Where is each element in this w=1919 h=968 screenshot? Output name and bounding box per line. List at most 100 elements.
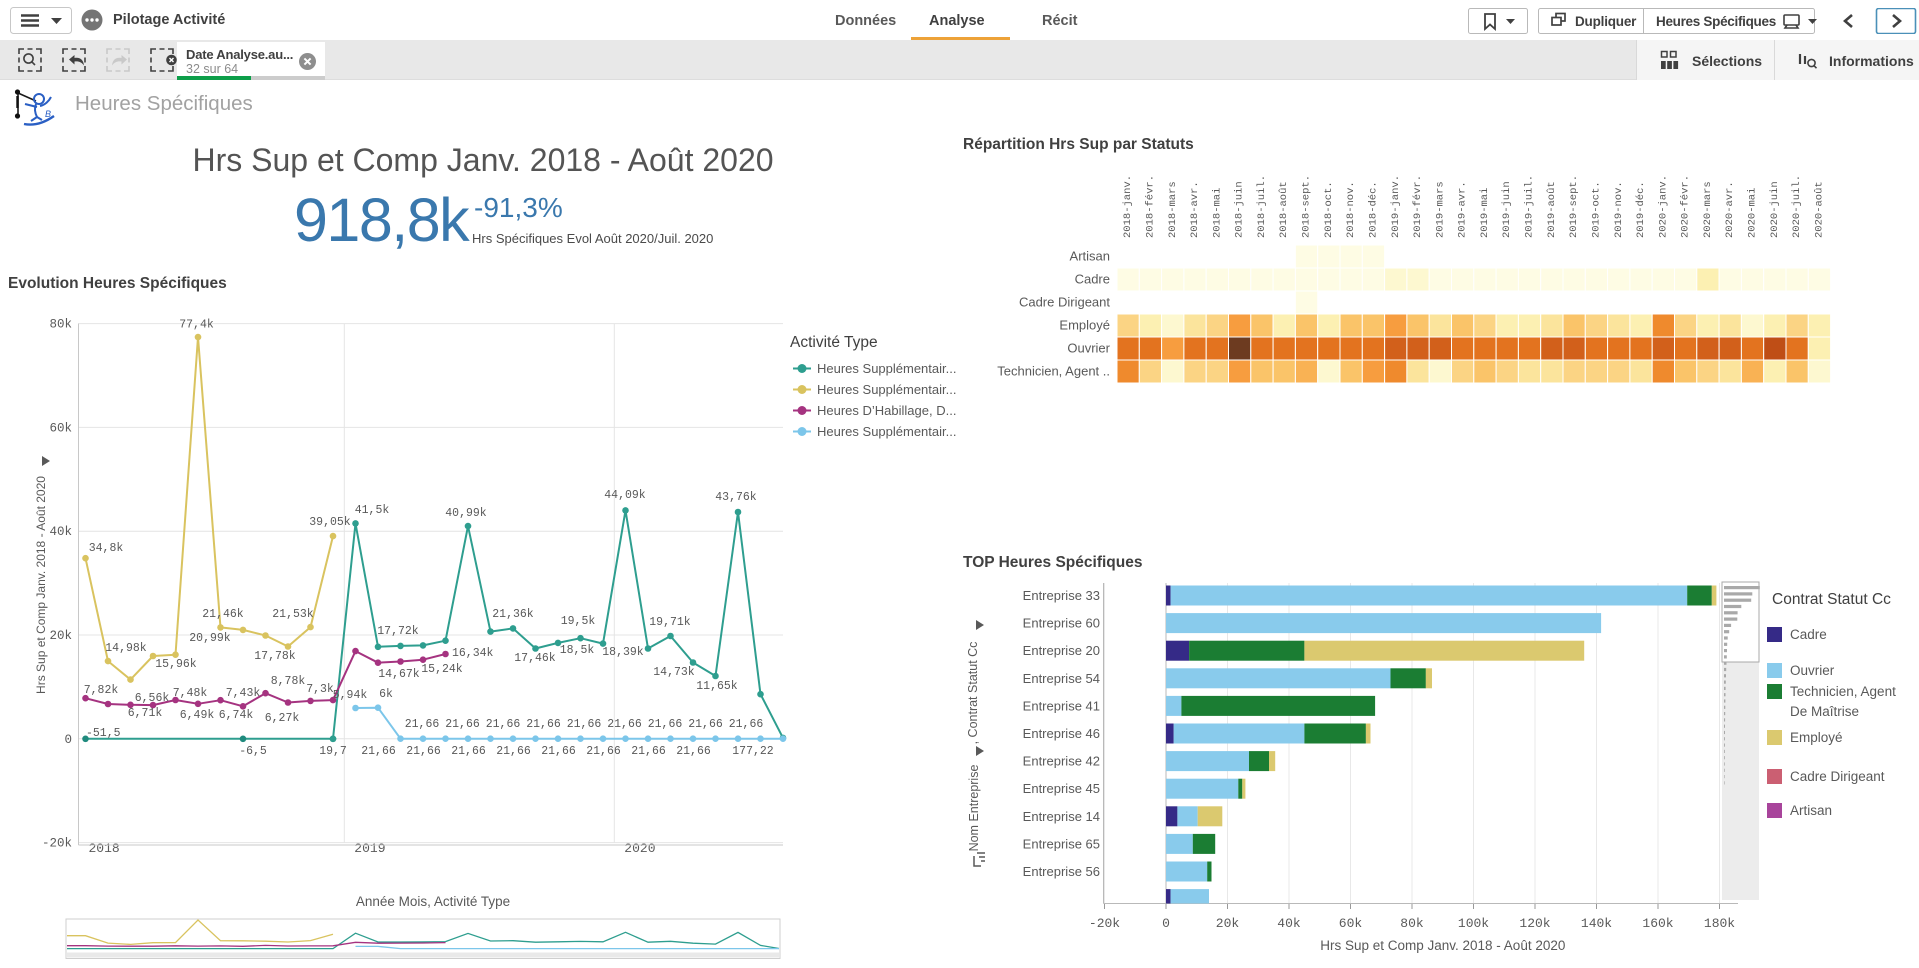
svg-text:Entreprise 56: Entreprise 56: [1023, 864, 1100, 879]
svg-text:Ouvrier: Ouvrier: [1790, 663, 1835, 678]
svg-text:-51,5: -51,5: [86, 727, 121, 740]
svg-text:-6,5: -6,5: [239, 745, 267, 758]
svg-text:2019-mars: 2019-mars: [1434, 181, 1446, 238]
svg-text:2020-juil.: 2020-juil.: [1791, 175, 1803, 238]
svg-text:2019-mai: 2019-mai: [1479, 188, 1491, 238]
svg-text:5,94k: 5,94k: [333, 689, 368, 702]
svg-text:2018-sept.: 2018-sept.: [1301, 175, 1313, 238]
svg-text:21,66: 21,66: [729, 718, 764, 731]
svg-text:Hrs Sup et Comp Janv. 2018 - A: Hrs Sup et Comp Janv. 2018 - Août 2020: [34, 476, 48, 694]
svg-text:7,48k: 7,48k: [173, 687, 208, 700]
svg-text:160k: 160k: [1642, 916, 1673, 931]
svg-text:11,65k: 11,65k: [696, 680, 738, 693]
svg-text:2018-févr.: 2018-févr.: [1145, 175, 1157, 238]
svg-text:Employé: Employé: [1059, 318, 1110, 333]
svg-text:Heures Supplémentair...: Heures Supplémentair...: [817, 382, 956, 397]
svg-text:2018-avr.: 2018-avr.: [1189, 181, 1201, 238]
svg-text:Cadre: Cadre: [1075, 272, 1110, 287]
svg-text:21,66: 21,66: [688, 718, 723, 731]
svg-text:21,66: 21,66: [607, 718, 642, 731]
svg-text:21,66: 21,66: [486, 718, 521, 731]
svg-text:120k: 120k: [1519, 916, 1550, 931]
svg-text:21,66: 21,66: [405, 718, 440, 731]
svg-text:Entreprise 14: Entreprise 14: [1023, 809, 1100, 824]
svg-text:100k: 100k: [1458, 916, 1489, 931]
svg-text:80k: 80k: [1400, 916, 1424, 931]
svg-text:2018-juil.: 2018-juil.: [1256, 175, 1268, 238]
svg-text:-20k: -20k: [42, 837, 72, 851]
svg-text:21,66: 21,66: [631, 745, 666, 758]
svg-text:6,49k: 6,49k: [180, 709, 215, 722]
svg-text:Entreprise 60: Entreprise 60: [1023, 616, 1100, 631]
svg-text:21,36k: 21,36k: [492, 608, 534, 621]
svg-text:De Maîtrise: De Maîtrise: [1790, 704, 1859, 719]
svg-text:21,46k: 21,46k: [202, 608, 244, 621]
svg-text:21,53k: 21,53k: [272, 608, 314, 621]
svg-text:2019-oct.: 2019-oct.: [1590, 181, 1602, 238]
svg-text:0: 0: [1162, 916, 1170, 931]
svg-text:Nom Entreprise: Nom Entreprise: [967, 765, 981, 852]
svg-text:Entreprise 41: Entreprise 41: [1023, 698, 1100, 713]
svg-text:40k: 40k: [49, 525, 72, 539]
svg-text:2018-mars: 2018-mars: [1167, 181, 1179, 238]
svg-text:2020-mars: 2020-mars: [1702, 181, 1714, 238]
svg-text:6,71k: 6,71k: [128, 707, 163, 720]
svg-text:Entreprise 46: Entreprise 46: [1023, 726, 1100, 741]
svg-text:2020-juin: 2020-juin: [1769, 181, 1781, 238]
svg-text:2020-août: 2020-août: [1814, 181, 1826, 238]
svg-text:21,66: 21,66: [676, 745, 711, 758]
svg-text:180k: 180k: [1704, 916, 1735, 931]
svg-text:2020-févr.: 2020-févr.: [1680, 175, 1692, 238]
svg-text:2019-déc.: 2019-déc.: [1635, 181, 1647, 238]
svg-text:19,71k: 19,71k: [649, 616, 691, 629]
svg-text:2020: 2020: [624, 841, 655, 856]
svg-text:2020-avr.: 2020-avr.: [1724, 181, 1736, 238]
svg-text:6,74k: 6,74k: [219, 709, 254, 722]
svg-text:15,96k: 15,96k: [155, 658, 197, 671]
svg-text:7,3k: 7,3k: [306, 683, 334, 696]
svg-text:21,66: 21,66: [361, 745, 396, 758]
svg-text:2018-juin: 2018-juin: [1234, 181, 1246, 238]
svg-text:39,05k: 39,05k: [309, 516, 351, 529]
svg-text:7,82k: 7,82k: [84, 684, 119, 697]
svg-text:43,76k: 43,76k: [715, 491, 757, 504]
svg-text:Entreprise 65: Entreprise 65: [1023, 836, 1100, 851]
svg-text:14,73k: 14,73k: [653, 666, 695, 679]
svg-text:Hrs Sup et Comp Janv. 2018 - A: Hrs Sup et Comp Janv. 2018 - Août 2020: [1320, 938, 1565, 953]
svg-text:Technicien, Agent ..: Technicien, Agent ..: [997, 364, 1110, 379]
svg-text:Cadre Dirigeant: Cadre Dirigeant: [1790, 769, 1885, 784]
svg-text:17,78k: 17,78k: [254, 650, 296, 663]
svg-text:8,78k: 8,78k: [271, 675, 306, 688]
svg-text:21,66: 21,66: [567, 718, 602, 731]
svg-text:44,09k: 44,09k: [604, 489, 646, 502]
svg-text:Employé: Employé: [1790, 730, 1843, 745]
svg-text:2019-nov.: 2019-nov.: [1613, 181, 1625, 238]
svg-text:2019: 2019: [354, 841, 385, 856]
svg-text:140k: 140k: [1581, 916, 1612, 931]
svg-text:21,66: 21,66: [451, 745, 486, 758]
svg-text:2019-juin: 2019-juin: [1501, 181, 1513, 238]
svg-text:Heures Spécifiques: Heures Spécifiques: [1656, 14, 1776, 29]
svg-text:80k: 80k: [49, 318, 72, 332]
svg-text:6k: 6k: [379, 688, 393, 701]
svg-text:19,5k: 19,5k: [561, 615, 596, 628]
svg-text:21,66: 21,66: [406, 745, 441, 758]
svg-text:2018: 2018: [89, 841, 120, 856]
svg-text:Dupliquer: Dupliquer: [1575, 14, 1637, 29]
svg-text:Technicien, Agent: Technicien, Agent: [1790, 684, 1896, 699]
svg-text:Ouvrier: Ouvrier: [1067, 341, 1110, 356]
svg-text:2018-mai: 2018-mai: [1211, 188, 1223, 238]
svg-text:18,5k: 18,5k: [560, 644, 595, 657]
svg-text:0: 0: [64, 733, 72, 747]
svg-text:77,4k: 77,4k: [179, 319, 214, 332]
svg-text:6,27k: 6,27k: [265, 712, 300, 725]
svg-text:41,5k: 41,5k: [355, 504, 390, 517]
svg-text:2019-août: 2019-août: [1546, 181, 1558, 238]
svg-text:21,66: 21,66: [445, 718, 480, 731]
svg-text:21,66: 21,66: [496, 745, 531, 758]
svg-text:2018-janv.: 2018-janv.: [1122, 175, 1134, 238]
svg-text:Entreprise 45: Entreprise 45: [1023, 781, 1100, 796]
svg-text:6,56k: 6,56k: [135, 692, 170, 705]
svg-text:2018-août: 2018-août: [1278, 181, 1290, 238]
svg-text:15,24k: 15,24k: [421, 663, 463, 676]
